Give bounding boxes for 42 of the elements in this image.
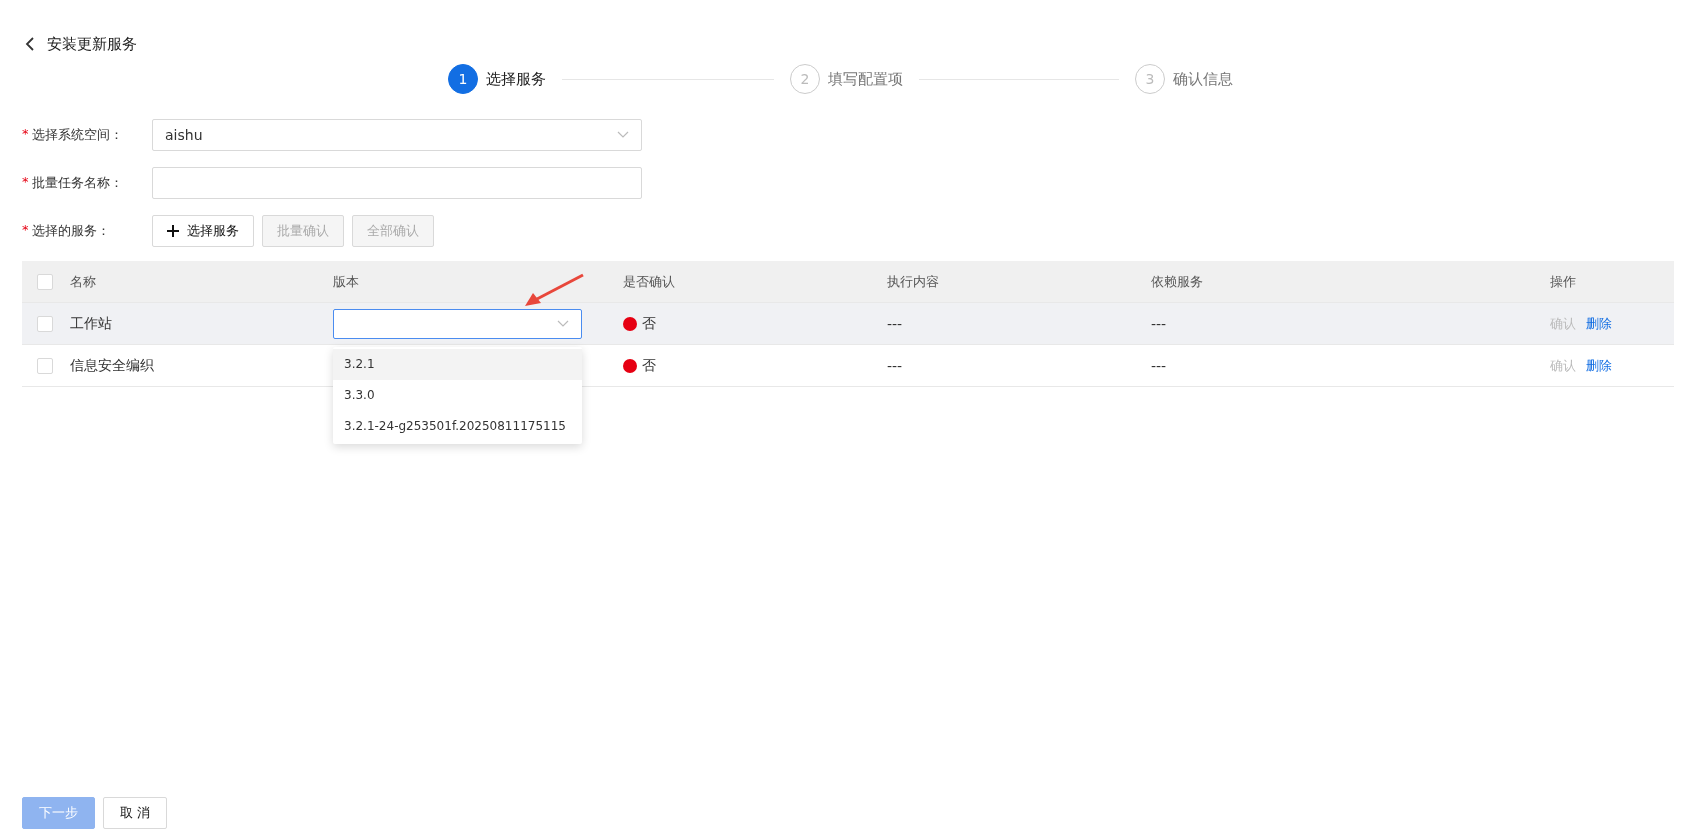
step-label: 选择服务: [486, 69, 546, 89]
required-mark: *: [22, 222, 29, 239]
row-checkbox[interactable]: [37, 357, 53, 374]
version-select[interactable]: [333, 308, 582, 339]
delete-link[interactable]: 删除: [1586, 356, 1612, 375]
field-label: 批量任务名称：: [31, 174, 123, 192]
plus-icon: [167, 225, 179, 237]
step-label: 确认信息: [1173, 69, 1233, 89]
column-header: 执行内容: [887, 272, 939, 291]
back-icon[interactable]: [25, 37, 35, 51]
required-mark: *: [22, 174, 29, 191]
delete-link[interactable]: 删除: [1586, 314, 1612, 333]
page-title: 安装更新服务: [47, 34, 137, 54]
select-service-button[interactable]: 选择服务: [152, 215, 254, 247]
column-header: 依赖服务: [1151, 272, 1203, 291]
row-checkbox[interactable]: [37, 315, 53, 332]
step-label: 填写配置项: [828, 69, 903, 89]
cancel-button[interactable]: 取 消: [103, 797, 168, 829]
step-number: 1: [448, 64, 478, 94]
task-name-field[interactable]: [152, 167, 642, 199]
table-cell: ---: [887, 315, 903, 332]
table-cell: ---: [1151, 357, 1167, 374]
select-all-checkbox[interactable]: [37, 273, 53, 290]
space-select[interactable]: aishu: [152, 119, 642, 151]
dropdown-option[interactable]: 3.2.1-24-g253501f.20250811175115: [333, 411, 582, 442]
annotation-arrow: [523, 273, 585, 309]
column-header: 版本: [333, 272, 359, 291]
column-header: 名称: [70, 272, 96, 291]
column-header: 操作: [1550, 272, 1576, 291]
required-mark: *: [22, 126, 29, 143]
field-label: 选择系统空间：: [31, 126, 123, 144]
field-label: 选择的服务：: [31, 222, 110, 240]
table-cell: 工作站: [70, 314, 112, 333]
status-text: 否: [642, 314, 656, 333]
status-text: 否: [642, 356, 656, 375]
dropdown-option[interactable]: 3.2.1: [333, 349, 582, 380]
table-cell: ---: [887, 357, 903, 374]
chevron-down-icon: [617, 131, 629, 139]
column-header: 是否确认: [623, 272, 675, 291]
chevron-down-icon: [557, 319, 569, 328]
table-cell: ---: [1151, 315, 1167, 332]
table-cell: 信息安全编织: [70, 356, 154, 375]
